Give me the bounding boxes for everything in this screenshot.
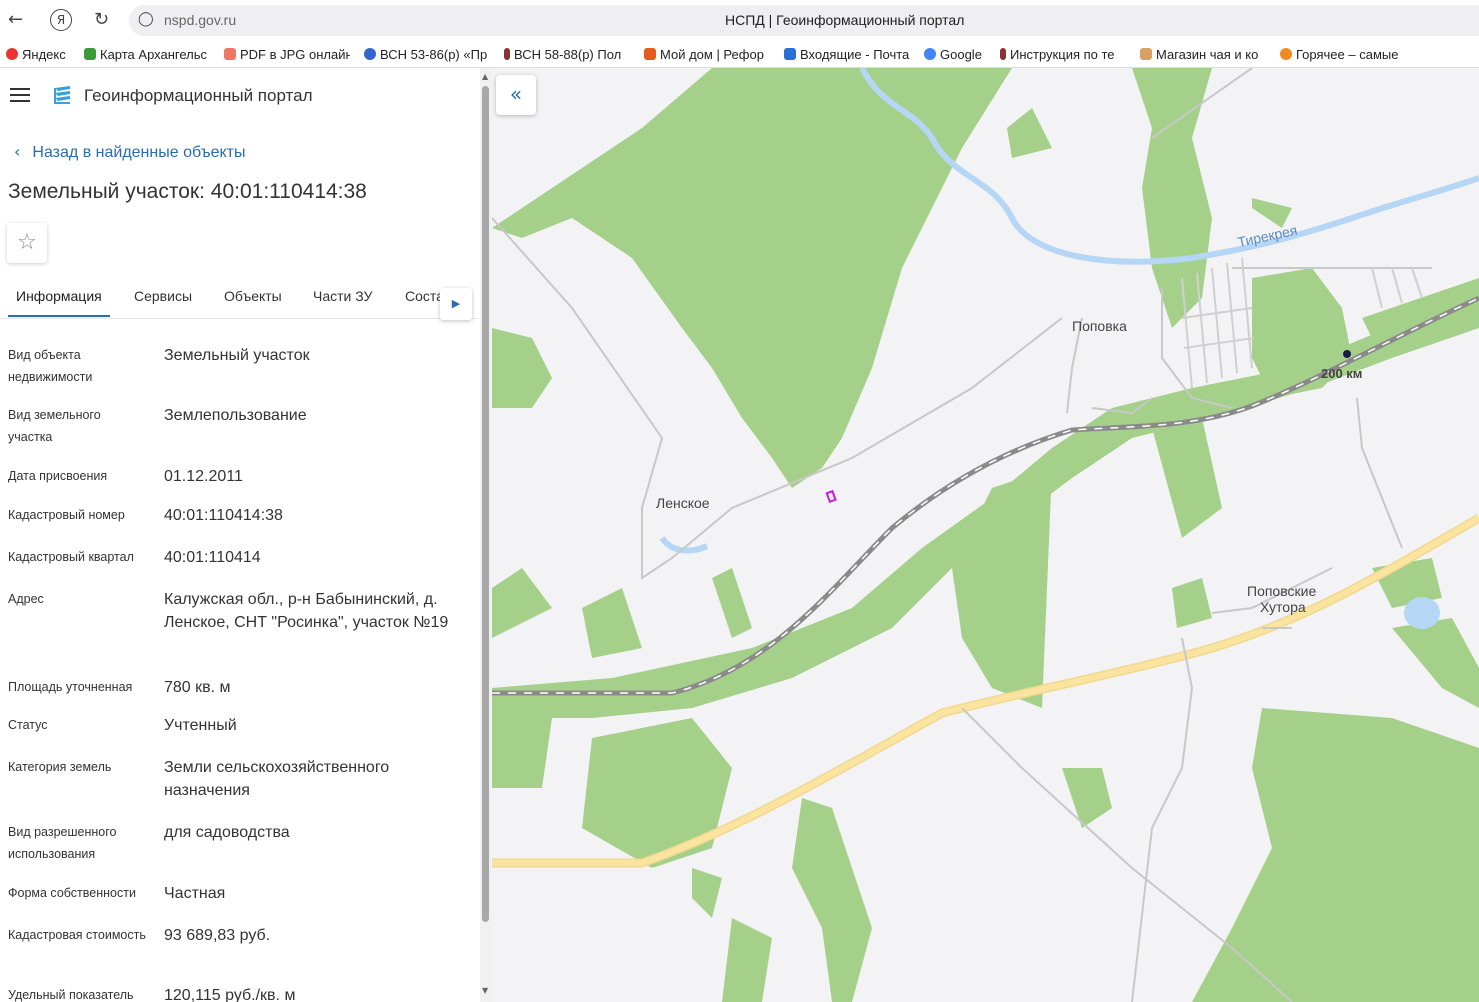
bookmark-label: Карта Архангельс <box>100 47 208 62</box>
field-value: Земли сельскохозяйственного назначения <box>164 759 390 799</box>
pikabu-icon <box>1280 48 1292 60</box>
field-label: Вид земельного участка <box>8 408 101 444</box>
flag-icon <box>504 48 510 60</box>
tab-bar: Информация Сервисы Объекты Части ЗУ Сост… <box>0 276 478 320</box>
field-value: 780 кв. м <box>164 679 231 696</box>
bookmark-label: PDF в JPG онлайн <box>240 47 350 62</box>
bookmark-item[interactable]: ВСН 53-86(р) «Пр <box>364 47 490 62</box>
tab-info[interactable]: Информация <box>16 288 102 304</box>
field-label: Форма собственности <box>8 886 136 900</box>
field-label: Кадастровый номер <box>8 508 125 522</box>
bookmark-item[interactable]: ВСН 58-88(р) Пол <box>504 47 630 62</box>
field-value: 40:01:110414 <box>164 549 261 566</box>
yandex-icon <box>6 48 18 60</box>
field-value: 40:01:110414:38 <box>164 507 283 524</box>
field-label: Кадастровый квартал <box>8 550 134 564</box>
field-label: Дата присвоения <box>8 469 108 483</box>
panel-scrollbar[interactable]: ▲ ▼ <box>480 68 492 1002</box>
bookmark-label: Горячее – самые <box>1296 47 1399 62</box>
map-view[interactable]: Тирекрея Поповка 200 км Ленское Поповски… <box>492 68 1479 1002</box>
km-label: 200 км <box>1321 366 1363 381</box>
field-label: Статус <box>8 718 48 732</box>
map-icon <box>84 48 96 60</box>
map-canvas[interactable] <box>492 68 1479 1002</box>
back-link-label: Назад в найденные объекты <box>32 144 246 161</box>
active-tab-indicator <box>8 315 110 317</box>
field-value: 93 689,83 руб. <box>164 927 271 944</box>
scroll-down-icon[interactable]: ▼ <box>482 986 488 995</box>
bookmark-item[interactable]: Карта Архангельс <box>84 47 212 62</box>
bookmark-item[interactable]: Горячее – самые <box>1280 47 1406 62</box>
collapse-panel-icon[interactable]: « <box>496 75 536 115</box>
tab-parts[interactable]: Части ЗУ <box>313 288 372 304</box>
portal-logo-icon <box>54 86 70 104</box>
bookmark-label: Google <box>940 47 982 62</box>
bookmark-item[interactable]: Мой дом | Рефор <box>644 47 770 62</box>
field-value: 01.12.2011 <box>164 468 243 485</box>
field-label: Удельный показатель <box>8 988 134 1002</box>
bookmark-item[interactable]: Яндекс <box>6 47 72 62</box>
page-title: НСПД | Геоинформационный портал <box>725 12 965 28</box>
field-label: Категория земель <box>8 760 112 774</box>
bookmark-item[interactable]: Входящие - Почта <box>784 47 910 62</box>
bookmark-label: ВСН 58-88(р) Пол <box>514 47 622 62</box>
field-label: Адрес <box>8 592 44 606</box>
field-value: Частная <box>164 885 226 902</box>
portal-title: Геоинформационный портал <box>84 86 313 105</box>
tea-icon <box>1140 48 1152 60</box>
shield-icon[interactable]: ◯ <box>138 11 154 27</box>
flag-icon <box>1000 48 1006 60</box>
scrollbar-thumb[interactable] <box>482 86 489 922</box>
mail-icon <box>784 48 796 60</box>
bookmark-label: Магазин чая и ко <box>1156 47 1259 62</box>
field-label: Площадь уточненная <box>8 680 133 694</box>
menu-icon[interactable] <box>10 88 30 102</box>
bookmark-label: Мой дом | Рефор <box>660 47 764 62</box>
bookmark-item[interactable]: Магазин чая и ко <box>1140 47 1266 62</box>
field-value: для садоводства <box>164 824 290 841</box>
bookmark-label: ВСН 53-86(р) «Пр <box>380 47 488 62</box>
field-value: Землепользование <box>164 407 307 424</box>
reload-icon[interactable]: ↻ <box>94 9 109 30</box>
lake <box>1404 597 1440 629</box>
house-icon <box>644 48 656 60</box>
scroll-up-icon[interactable]: ▲ <box>482 72 488 81</box>
pdf-icon <box>224 48 236 60</box>
google-icon <box>924 48 936 60</box>
village-label-popovka: Поповка <box>1072 318 1127 334</box>
tab-objects[interactable]: Объекты <box>224 288 282 304</box>
tab-composition[interactable]: Соста <box>405 288 444 304</box>
tabs-scroll-right-icon[interactable]: ▶ <box>440 288 472 320</box>
km-marker <box>1343 350 1351 358</box>
bookmark-item[interactable]: Google <box>924 47 990 62</box>
field-value: 120,115 руб./кв. м <box>164 987 296 1002</box>
bookmark-label: Инструкция по те <box>1010 47 1115 62</box>
favorite-star-icon[interactable]: ☆ <box>7 223 47 263</box>
object-title: Земельный участок: 40:01:110414:38 <box>8 180 367 203</box>
field-label: Кадастровая стоимость <box>8 928 146 942</box>
field-label: Вид объекта недвижимости <box>8 348 93 384</box>
field-value: Земельный участок <box>164 347 310 364</box>
snowflake-icon <box>364 48 376 60</box>
tab-services[interactable]: Сервисы <box>134 288 192 304</box>
field-label: Вид разрешенного использования <box>8 825 117 861</box>
village-label-popovskie: Поповские <box>1247 583 1317 599</box>
chevron-left-icon: ‹ <box>14 142 21 161</box>
parcel-outline[interactable] <box>825 489 837 504</box>
yandex-icon[interactable]: Я <box>50 9 72 31</box>
browser-toolbar: ← Я ↻ ◯ nspd.gov.ru НСПД | Геоинформацио… <box>0 0 1479 40</box>
field-value: Калужская обл., р-н Бабынинский, д. Ленс… <box>164 591 449 631</box>
village-label-lenskoe: Ленское <box>656 495 710 511</box>
bookmark-label: Входящие - Почта <box>800 47 910 62</box>
field-value: Учтенный <box>164 717 237 734</box>
bookmark-label: Яндекс <box>22 47 66 62</box>
back-arrow-icon[interactable]: ← <box>8 9 23 30</box>
url-text[interactable]: nspd.gov.ru <box>164 12 236 28</box>
bookmark-item[interactable]: PDF в JPG онлайн <box>224 47 350 62</box>
bookmark-item[interactable]: Инструкция по те <box>1000 47 1126 62</box>
village-label-khutora: Хутора <box>1260 599 1306 615</box>
info-panel: Геоинформационный портал ‹ Назад в найден… <box>0 68 492 1002</box>
back-link[interactable]: ‹ Назад в найденные объекты <box>14 142 246 162</box>
bookmarks-bar: Яндекс Карта Архангельс PDF в JPG онлайн… <box>0 42 1479 68</box>
